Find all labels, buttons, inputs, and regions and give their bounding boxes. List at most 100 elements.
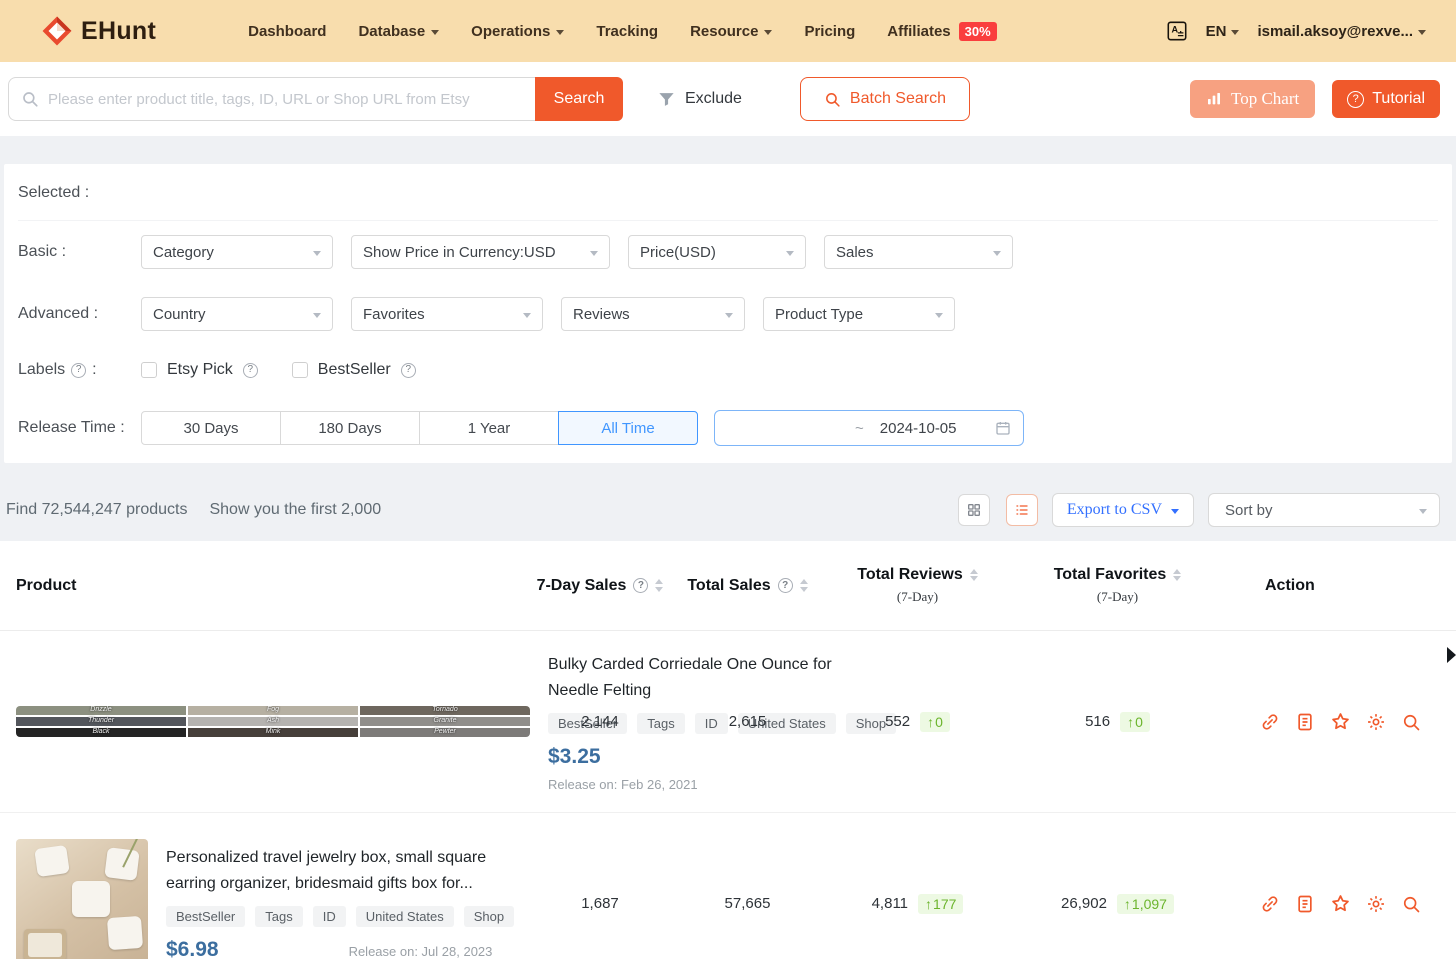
account-menu[interactable]: ismail.aksoy@rexve... xyxy=(1257,23,1426,40)
product-price: $3.25 xyxy=(548,744,601,768)
release-all-time[interactable]: All Time xyxy=(558,411,698,445)
table-header: Product 7-Day Sales ? Total Sales ? Tota… xyxy=(0,541,1456,631)
batch-search-button[interactable]: Batch Search xyxy=(799,77,970,121)
product-badge[interactable]: United States xyxy=(355,906,454,927)
help-icon[interactable]: ? xyxy=(242,362,258,378)
cell-total-favorites: 26,902 ↑ 1,097 xyxy=(1010,893,1225,914)
search-input[interactable] xyxy=(48,90,523,108)
up-arrow-icon: ↑ xyxy=(927,713,935,730)
chevron-down-icon xyxy=(993,250,1001,256)
advanced-label: Advanced : xyxy=(18,305,99,322)
copy-link-icon[interactable] xyxy=(1260,894,1280,914)
nav-item-pricing[interactable]: Pricing xyxy=(804,23,855,40)
notes-icon[interactable] xyxy=(1295,712,1315,732)
labels-label: Labels ? : xyxy=(18,361,97,378)
product-title[interactable]: Bulky Carded Corriedale One Ounce for Ne… xyxy=(548,652,884,704)
bestseller-checkbox[interactable]: BestSeller ? xyxy=(291,361,416,379)
search-icon xyxy=(23,92,38,107)
release-date-range[interactable]: ~ 2024-10-05 xyxy=(714,410,1024,446)
chevron-down-icon xyxy=(786,250,794,256)
sort-by-dropdown[interactable]: Sort by xyxy=(1208,493,1440,527)
list-view-button[interactable] xyxy=(1005,494,1038,526)
sort-toggle[interactable] xyxy=(655,579,664,592)
sort-toggle[interactable] xyxy=(969,568,978,582)
sort-toggle[interactable] xyxy=(1173,568,1182,582)
date-separator: ~ xyxy=(855,419,864,437)
sort-toggle[interactable] xyxy=(799,579,808,592)
header-total-reviews: Total Reviews (7-Day) xyxy=(825,566,1010,605)
analyze-search-icon[interactable] xyxy=(1401,894,1421,914)
chevron-down-icon xyxy=(935,312,943,318)
help-icon[interactable]: ? xyxy=(71,362,87,378)
gear-icon[interactable] xyxy=(1366,712,1386,732)
wool-swatch: Tornado xyxy=(360,706,530,715)
reviews-dropdown[interactable]: Reviews xyxy=(561,297,745,331)
product-cell: Personalized travel jewelry box, small s… xyxy=(16,838,530,959)
notes-icon[interactable] xyxy=(1295,894,1315,914)
nav-item-tracking[interactable]: Tracking xyxy=(596,23,658,40)
product-badge[interactable]: Shop xyxy=(463,906,515,927)
country-dropdown[interactable]: Country xyxy=(141,297,333,331)
checkbox[interactable] xyxy=(291,362,308,378)
nav-item-resource[interactable]: Resource xyxy=(690,23,773,40)
favorites-value: 516 xyxy=(1085,713,1111,730)
release-30-days[interactable]: 30 Days xyxy=(141,411,281,445)
wool-swatch: Granite xyxy=(360,717,530,726)
checkbox[interactable] xyxy=(141,362,157,378)
chevron-down-icon xyxy=(1231,29,1240,35)
favorites-dropdown[interactable]: Favorites xyxy=(351,297,543,331)
product-type-dropdown[interactable]: Product Type xyxy=(763,297,955,331)
price-dropdown[interactable]: Price(USD) xyxy=(628,235,806,269)
release-time-row: Release Time : 30 Days 180 Days 1 Year A… xyxy=(18,395,1438,463)
favorite-star-icon[interactable] xyxy=(1330,711,1351,732)
sales-dropdown[interactable]: Sales xyxy=(824,235,1013,269)
chevron-down-icon xyxy=(1419,508,1427,514)
selected-filters-row: Selected : xyxy=(18,164,1438,221)
favorite-star-icon[interactable] xyxy=(1330,893,1351,914)
currency-dropdown[interactable]: Show Price in Currency:USD xyxy=(351,235,610,269)
help-icon[interactable]: ? xyxy=(633,578,649,593)
exclude-toggle[interactable]: Exclude xyxy=(657,90,742,109)
product-image[interactable] xyxy=(16,838,148,959)
help-icon[interactable]: ? xyxy=(777,578,793,593)
release-180-days[interactable]: 180 Days xyxy=(280,411,420,445)
account-email: ismail.aksoy@rexve... xyxy=(1257,22,1413,40)
gear-icon[interactable] xyxy=(1366,894,1386,914)
grid-view-icon xyxy=(967,504,980,516)
nav-label: Operations xyxy=(471,22,551,40)
analyze-search-icon[interactable] xyxy=(1401,712,1421,732)
top-chart-button[interactable]: Top Chart xyxy=(1190,80,1316,118)
calendar-icon[interactable] xyxy=(995,420,1011,436)
nav-item-affiliates[interactable]: Affiliates 30% xyxy=(887,21,997,41)
ehunt-logo[interactable]: EHunt xyxy=(40,14,156,48)
header-7day-sales: 7-Day Sales ? xyxy=(530,577,670,595)
tutorial-button[interactable]: ? Tutorial xyxy=(1332,80,1440,118)
product-image[interactable]: Drizzle Fog Tornado Thunder Ash Granite … xyxy=(16,706,530,737)
release-1-year[interactable]: 1 Year xyxy=(419,411,559,445)
brand-name: EHunt xyxy=(81,16,157,45)
wool-swatch: Thunder xyxy=(16,717,186,726)
side-drawer-handle[interactable] xyxy=(1447,647,1456,663)
product-cell: Drizzle Fog Tornado Thunder Ash Granite … xyxy=(16,652,897,792)
export-csv-button[interactable]: Export to CSV xyxy=(1051,493,1194,527)
etsy-pick-checkbox[interactable]: Etsy Pick ? xyxy=(141,361,258,379)
product-title[interactable]: Personalized travel jewelry box, small s… xyxy=(166,845,502,897)
header-action: Action xyxy=(1265,576,1315,594)
translate-icon[interactable]: A xyxy=(1166,20,1188,42)
filter-panel: Selected : Basic : Category Show Price i… xyxy=(4,164,1452,463)
category-dropdown[interactable]: Category xyxy=(141,235,333,269)
help-icon[interactable]: ? xyxy=(400,362,416,378)
copy-link-icon[interactable] xyxy=(1260,712,1280,732)
grid-view-button[interactable] xyxy=(957,494,990,526)
product-badge[interactable]: ID xyxy=(312,906,346,927)
search-button[interactable]: Search xyxy=(535,77,623,121)
wool-swatch: Ash xyxy=(188,717,358,726)
nav-item-dashboard[interactable]: Dashboard xyxy=(248,23,326,40)
product-badge[interactable]: BestSeller xyxy=(166,906,246,927)
release-time-label: Release Time : xyxy=(18,419,125,436)
nav-item-operations[interactable]: Operations xyxy=(471,22,565,40)
product-badge[interactable]: Tags xyxy=(255,906,303,927)
nav-item-database[interactable]: Database xyxy=(358,23,440,40)
language-selector[interactable]: EN xyxy=(1206,23,1240,40)
search-section: Search Exclude Batch Search Top Chart ? … xyxy=(0,62,1456,136)
